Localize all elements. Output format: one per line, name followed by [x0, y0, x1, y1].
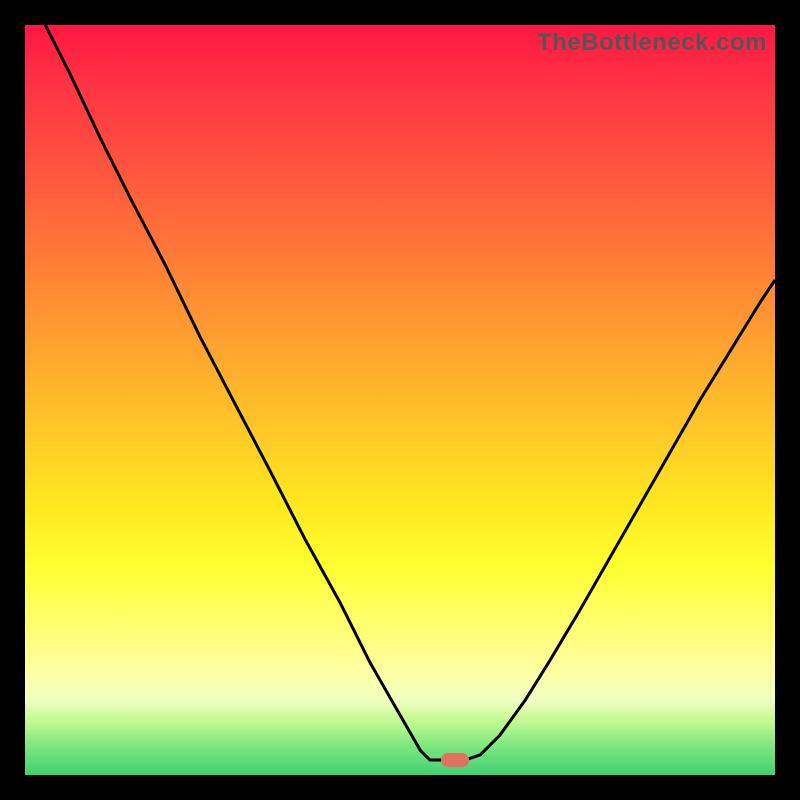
bottleneck-curve: [25, 25, 775, 775]
minimum-marker: [441, 753, 469, 767]
curve-path: [45, 25, 775, 760]
chart-frame: TheBottleneck.com: [0, 0, 800, 800]
plot-area: TheBottleneck.com: [25, 25, 775, 775]
